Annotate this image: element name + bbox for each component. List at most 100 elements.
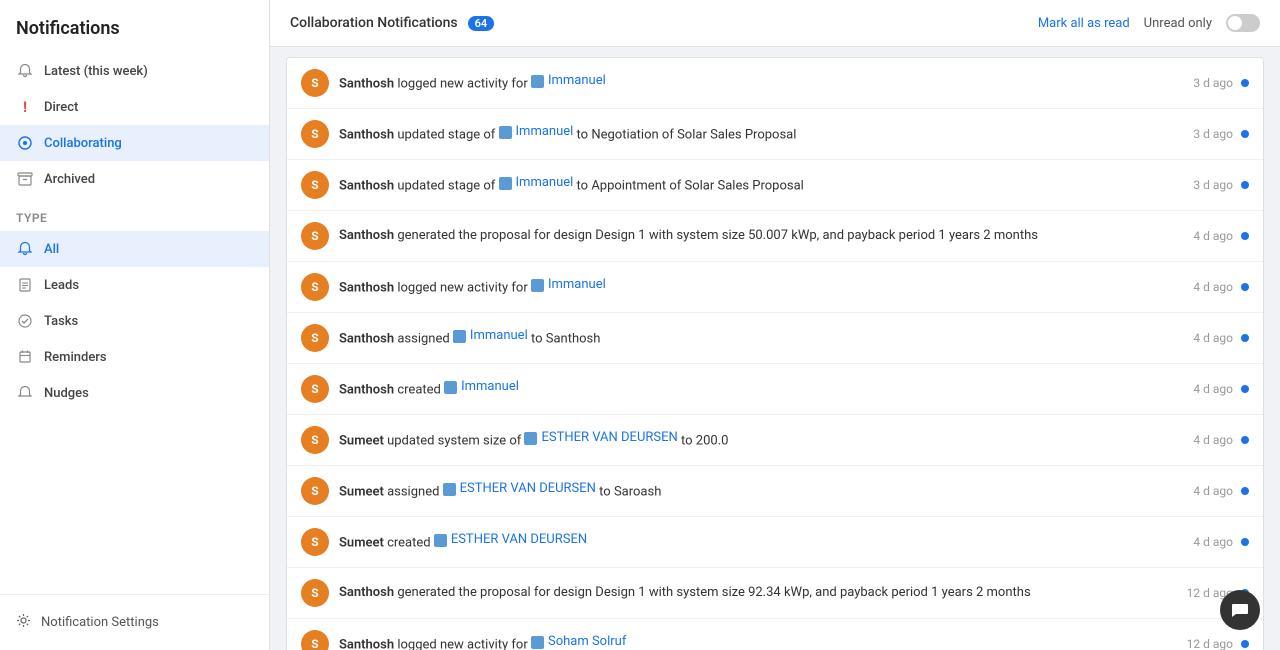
notification-item[interactable]: S Santhosh generated the proposal for des… [287, 211, 1263, 262]
leads-icon [16, 276, 34, 294]
avatar: S [301, 171, 329, 199]
unread-dot [1241, 283, 1249, 291]
sidebar-item-reminders-label: Reminders [44, 350, 107, 365]
chat-button[interactable] [1220, 590, 1260, 630]
type-section-header: Type [0, 197, 269, 231]
notification-item[interactable]: SSumeet updated system size of ESTHER VA… [287, 415, 1263, 466]
notification-meta: 3 d ago [1193, 76, 1249, 90]
notification-item[interactable]: S Santhosh generated the proposal for des… [287, 568, 1263, 619]
notification-meta: 4 d ago [1193, 382, 1249, 396]
unread-dot [1241, 487, 1249, 495]
notification-item[interactable]: S Sumeet created ESTHER VAN DEURSEN 4 d ag… [287, 517, 1263, 568]
unread-only-toggle[interactable] [1226, 14, 1260, 32]
sidebar-nav: Latest (this week) ! Direct Collaboratin… [0, 53, 269, 594]
sidebar-item-leads[interactable]: Leads [0, 267, 269, 303]
sidebar-item-latest[interactable]: Latest (this week) [0, 53, 269, 89]
sidebar-item-tasks[interactable]: Tasks [0, 303, 269, 339]
notification-item[interactable]: SSanthosh assigned Immanuel to Santhosh4… [287, 313, 1263, 364]
notifications-container: S Santhosh logged new activity for Immanu… [270, 47, 1280, 650]
sidebar-item-archived[interactable]: Archived [0, 161, 269, 197]
notification-text: Santhosh updated stage of Immanuel to Ap… [339, 174, 1183, 196]
notification-text: Santhosh generated the proposal for desi… [339, 584, 1177, 602]
sidebar-item-archived-label: Archived [44, 172, 95, 187]
notification-item[interactable]: SSumeet assigned ESTHER VAN DEURSEN to S… [287, 466, 1263, 517]
header-left: Collaboration Notifications 64 [290, 15, 494, 31]
record-link[interactable]: ESTHER VAN DEURSEN [451, 531, 587, 549]
actor-name: Santhosh [339, 128, 394, 143]
gear-icon [16, 613, 31, 632]
bell-icon [16, 62, 34, 80]
unread-dot [1241, 385, 1249, 393]
record-link[interactable]: Immanuel [516, 174, 574, 192]
reminders-icon [16, 348, 34, 366]
avatar: S [301, 273, 329, 301]
avatar: S [301, 528, 329, 556]
avatar: S [301, 630, 329, 650]
avatar: S [301, 222, 329, 250]
notification-text: Santhosh logged new activity for Immanue… [339, 276, 1183, 298]
header-right: Mark all as read Unread only [1038, 14, 1260, 32]
avatar: S [301, 579, 329, 607]
time-ago: 4 d ago [1193, 535, 1233, 549]
notification-text: Santhosh logged new activity for Soham S… [339, 633, 1177, 650]
notification-count-badge: 64 [468, 16, 495, 31]
notification-item[interactable]: S Santhosh logged new activity for Immanu… [287, 262, 1263, 313]
sidebar-item-nudges-label: Nudges [44, 386, 89, 401]
sidebar-item-all[interactable]: All [0, 231, 269, 267]
notification-settings-item[interactable]: Notification Settings [16, 607, 253, 638]
unread-dot [1241, 640, 1249, 648]
all-icon [16, 240, 34, 258]
notification-item[interactable]: S Santhosh updated stage of Immanuel to A… [287, 160, 1263, 211]
mark-all-read-button[interactable]: Mark all as read [1038, 16, 1130, 31]
time-ago: 4 d ago [1193, 382, 1233, 396]
notification-text: Sumeet created ESTHER VAN DEURSEN [339, 531, 1183, 553]
avatar: S [301, 324, 329, 352]
actor-name: Sumeet [339, 434, 384, 449]
record-link[interactable]: Immanuel [548, 72, 606, 90]
notification-meta: 3 d ago [1193, 178, 1249, 192]
notification-item[interactable]: SSanthosh updated stage of Immanuel to N… [287, 109, 1263, 160]
record-link[interactable]: ESTHER VAN DEURSEN [460, 480, 596, 498]
notification-item[interactable]: S Santhosh logged new activity for Soham … [287, 619, 1263, 650]
page-title: Notifications [0, 0, 269, 53]
sidebar-item-reminders[interactable]: Reminders [0, 339, 269, 375]
actor-name: Sumeet [339, 485, 384, 500]
sidebar-item-collaborating[interactable]: Collaborating [0, 125, 269, 161]
actor-name: Sumeet [339, 536, 384, 551]
sidebar-item-nudges[interactable]: Nudges [0, 375, 269, 411]
record-link[interactable]: Immanuel [461, 378, 519, 396]
avatar: S [301, 69, 329, 97]
notification-text: Santhosh generated the proposal for desi… [339, 227, 1183, 245]
sidebar-item-direct[interactable]: ! Direct [0, 89, 269, 125]
notifications-header-title: Collaboration Notifications [290, 15, 458, 31]
actor-name: Santhosh [339, 228, 394, 243]
archive-icon [16, 170, 34, 188]
notification-list: S Santhosh logged new activity for Immanu… [286, 57, 1264, 650]
record-link[interactable]: Immanuel [548, 276, 606, 294]
sidebar: Notifications Latest (this week) ! Direc… [0, 0, 270, 650]
sidebar-item-all-label: All [44, 242, 59, 257]
tasks-icon [16, 312, 34, 330]
collaborating-icon [16, 134, 34, 152]
record-link[interactable]: Soham Solruf [548, 633, 626, 650]
time-ago: 4 d ago [1193, 229, 1233, 243]
notification-meta: 4 d ago [1193, 535, 1249, 549]
toggle-knob [1228, 16, 1242, 30]
time-ago: 3 d ago [1193, 178, 1233, 192]
record-link[interactable]: Immanuel [470, 327, 528, 345]
notification-settings-label: Notification Settings [41, 615, 159, 630]
actor-name: Santhosh [339, 332, 394, 347]
avatar: S [301, 120, 329, 148]
actor-name: Santhosh [339, 638, 394, 650]
time-ago: 4 d ago [1193, 484, 1233, 498]
notification-item[interactable]: SSanthosh created Immanuel4 d ago [287, 364, 1263, 415]
main-header: Collaboration Notifications 64 Mark all … [270, 0, 1280, 47]
notification-meta: 12 d ago [1187, 637, 1249, 650]
notification-item[interactable]: SSanthosh logged new activity for Immanu… [287, 58, 1263, 109]
sidebar-bottom: Notification Settings [0, 594, 269, 650]
record-link[interactable]: Immanuel [516, 123, 574, 141]
record-link[interactable]: ESTHER VAN DEURSEN [541, 429, 677, 447]
time-ago: 3 d ago [1193, 76, 1233, 90]
notification-meta: 4 d ago [1193, 331, 1249, 345]
unread-dot [1241, 79, 1249, 87]
